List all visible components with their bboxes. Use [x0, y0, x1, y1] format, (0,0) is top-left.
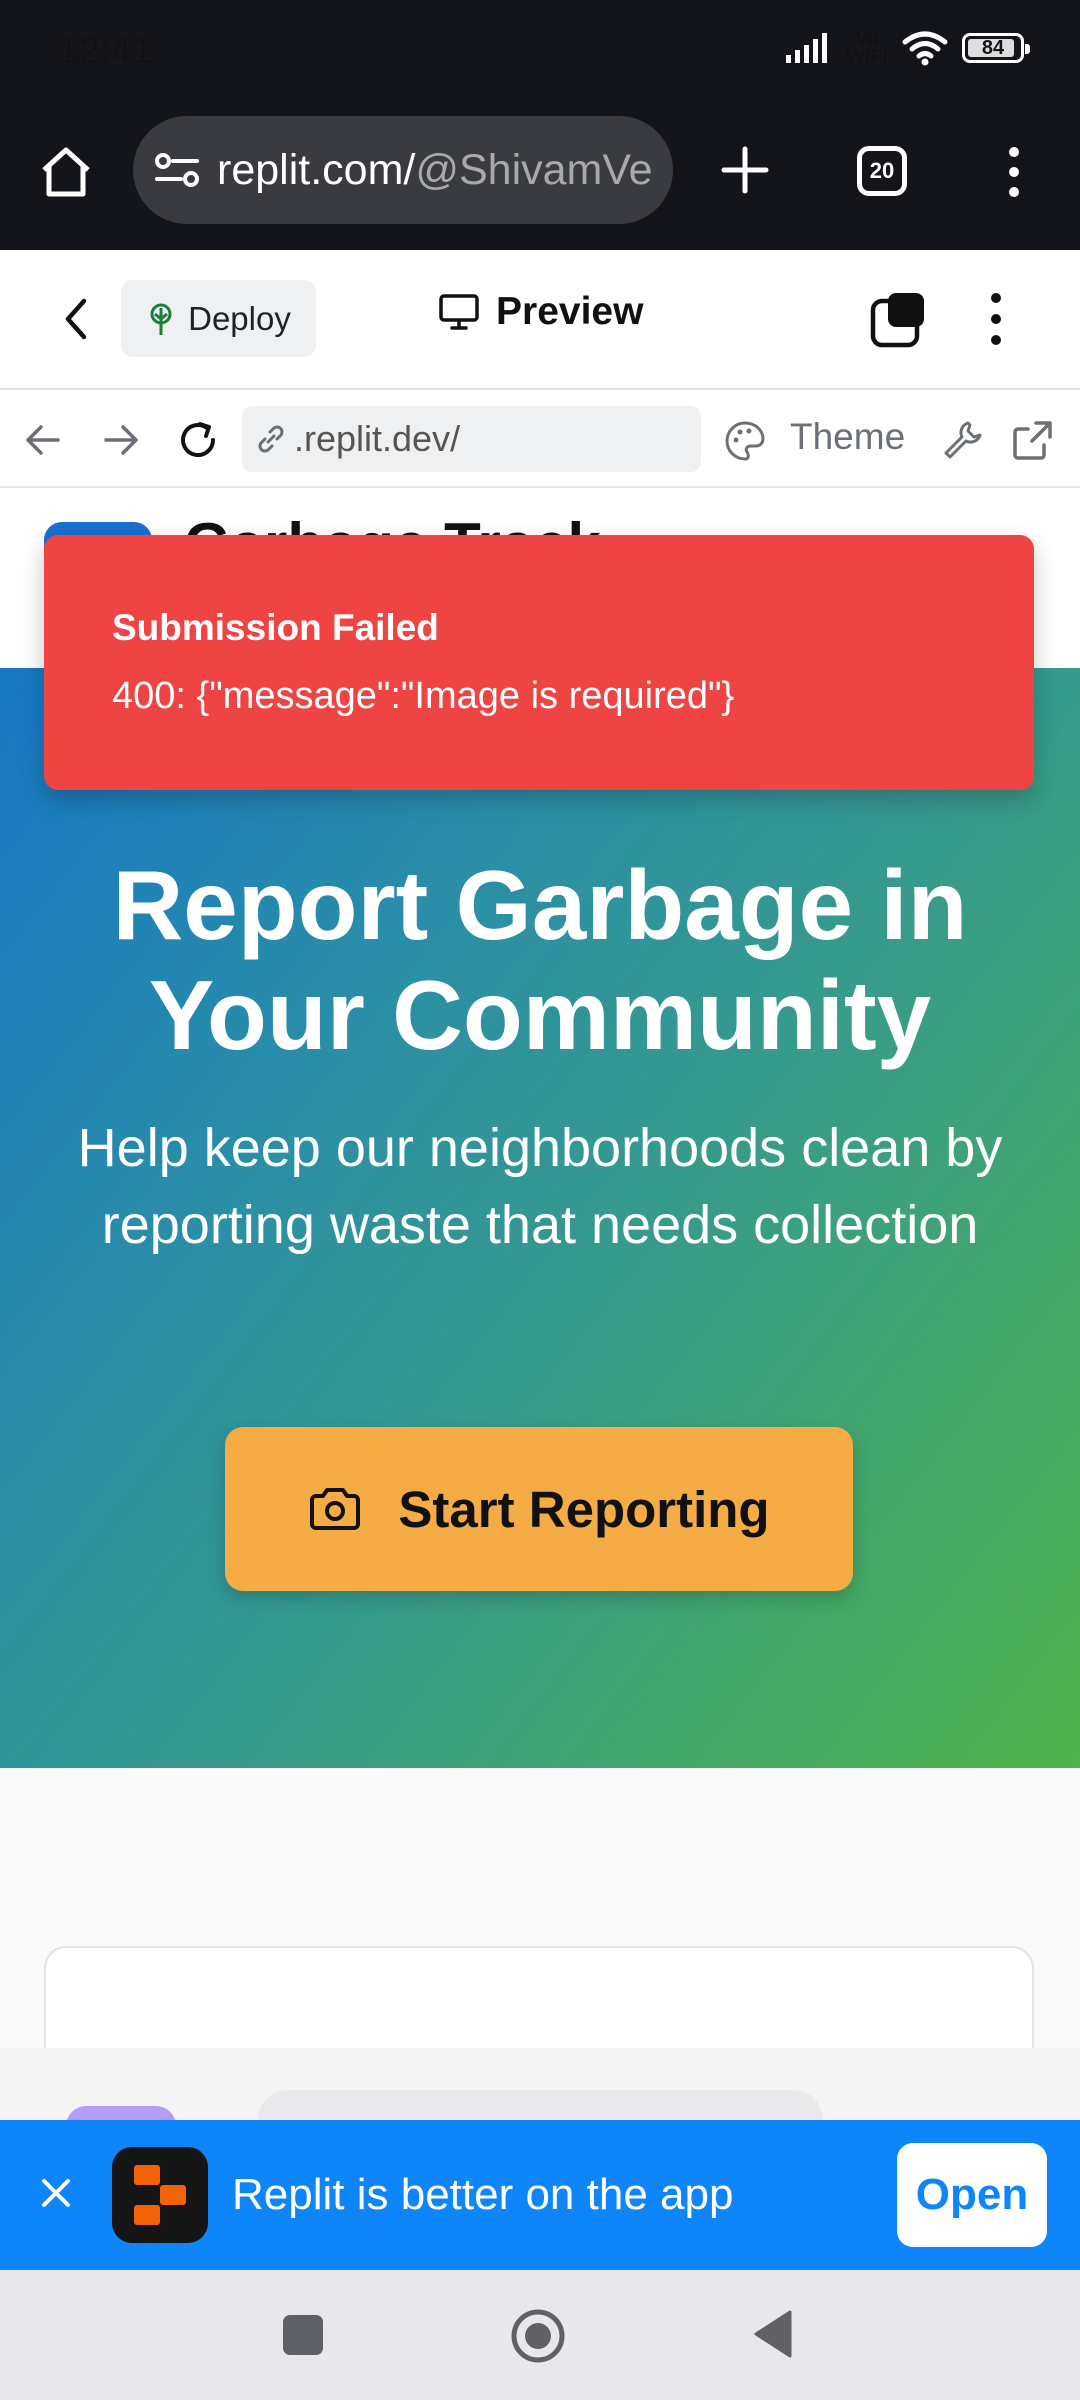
new-tab-icon[interactable] — [720, 145, 770, 195]
deploy-label: Deploy — [188, 299, 291, 337]
camera-icon — [310, 1488, 361, 1530]
promo-text: Replit is better on the app — [232, 2170, 734, 2219]
back-nav-button[interactable] — [752, 2308, 794, 2360]
purple-chip — [66, 2106, 176, 2120]
signal-icon — [785, 33, 827, 63]
replit-logo-icon — [134, 2165, 186, 2225]
toast-description: 400: {"message":"Image is required"} — [112, 675, 735, 717]
external-link-icon[interactable] — [1012, 419, 1054, 461]
theme-button[interactable]: Theme — [790, 416, 905, 458]
deploy-button[interactable]: Deploy — [121, 280, 316, 357]
tabs-stack-icon[interactable] — [870, 290, 928, 348]
replit-menu-icon[interactable] — [986, 290, 1006, 348]
gray-pill — [258, 2090, 823, 2120]
hero-title: Report Garbage in Your Community — [112, 850, 968, 1070]
hero-subtitle: Help keep our neighborhoods clean by rep… — [77, 1118, 1003, 1255]
forward-arrow-icon[interactable] — [102, 423, 140, 457]
start-reporting-button[interactable]: Start Reporting — [225, 1427, 853, 1591]
open-app-button[interactable]: Open — [897, 2143, 1047, 2247]
close-icon[interactable] — [40, 2177, 72, 2209]
browser-url-text: replit.com/@ShivamVe — [217, 145, 653, 194]
browser-url-bar[interactable]: replit.com/@ShivamVe — [133, 116, 673, 224]
replit-logo — [112, 2147, 208, 2243]
home-nav-button[interactable] — [509, 2307, 567, 2365]
webview-address-text: .replit.dev/ — [294, 418, 461, 459]
status-time: 12:41 — [58, 30, 154, 71]
recents-button[interactable] — [283, 2315, 323, 2355]
toast-title: Submission Failed — [112, 607, 439, 648]
back-arrow-icon[interactable] — [24, 423, 62, 457]
deploy-icon — [150, 303, 172, 335]
palette-icon[interactable] — [724, 420, 766, 462]
link-icon — [258, 425, 284, 453]
page-bottom-strip — [0, 2048, 1080, 2120]
preview-label: Preview — [496, 290, 644, 333]
back-chevron-icon[interactable] — [62, 297, 90, 341]
monitor-icon — [439, 294, 479, 330]
start-reporting-label: Start Reporting — [398, 1480, 770, 1538]
wifi-icon — [902, 31, 948, 66]
tab-switcher-button[interactable]: 20 — [857, 146, 907, 196]
battery-icon: 84 — [962, 33, 1030, 63]
vowifi-label: Vo WiFi — [845, 28, 888, 68]
wrench-icon[interactable] — [942, 419, 984, 461]
error-toast: Submission Failed 400: {"message":"Image… — [44, 535, 1034, 790]
browser-menu-icon[interactable] — [1004, 146, 1024, 198]
site-settings-icon[interactable] — [155, 152, 199, 188]
reload-icon[interactable] — [176, 418, 220, 462]
preview-tab[interactable]: Preview — [438, 290, 643, 334]
home-icon[interactable] — [38, 146, 94, 198]
status-icons: Vo WiFi 84 — [785, 28, 1030, 68]
webview-address-input[interactable]: .replit.dev/ — [242, 406, 701, 472]
